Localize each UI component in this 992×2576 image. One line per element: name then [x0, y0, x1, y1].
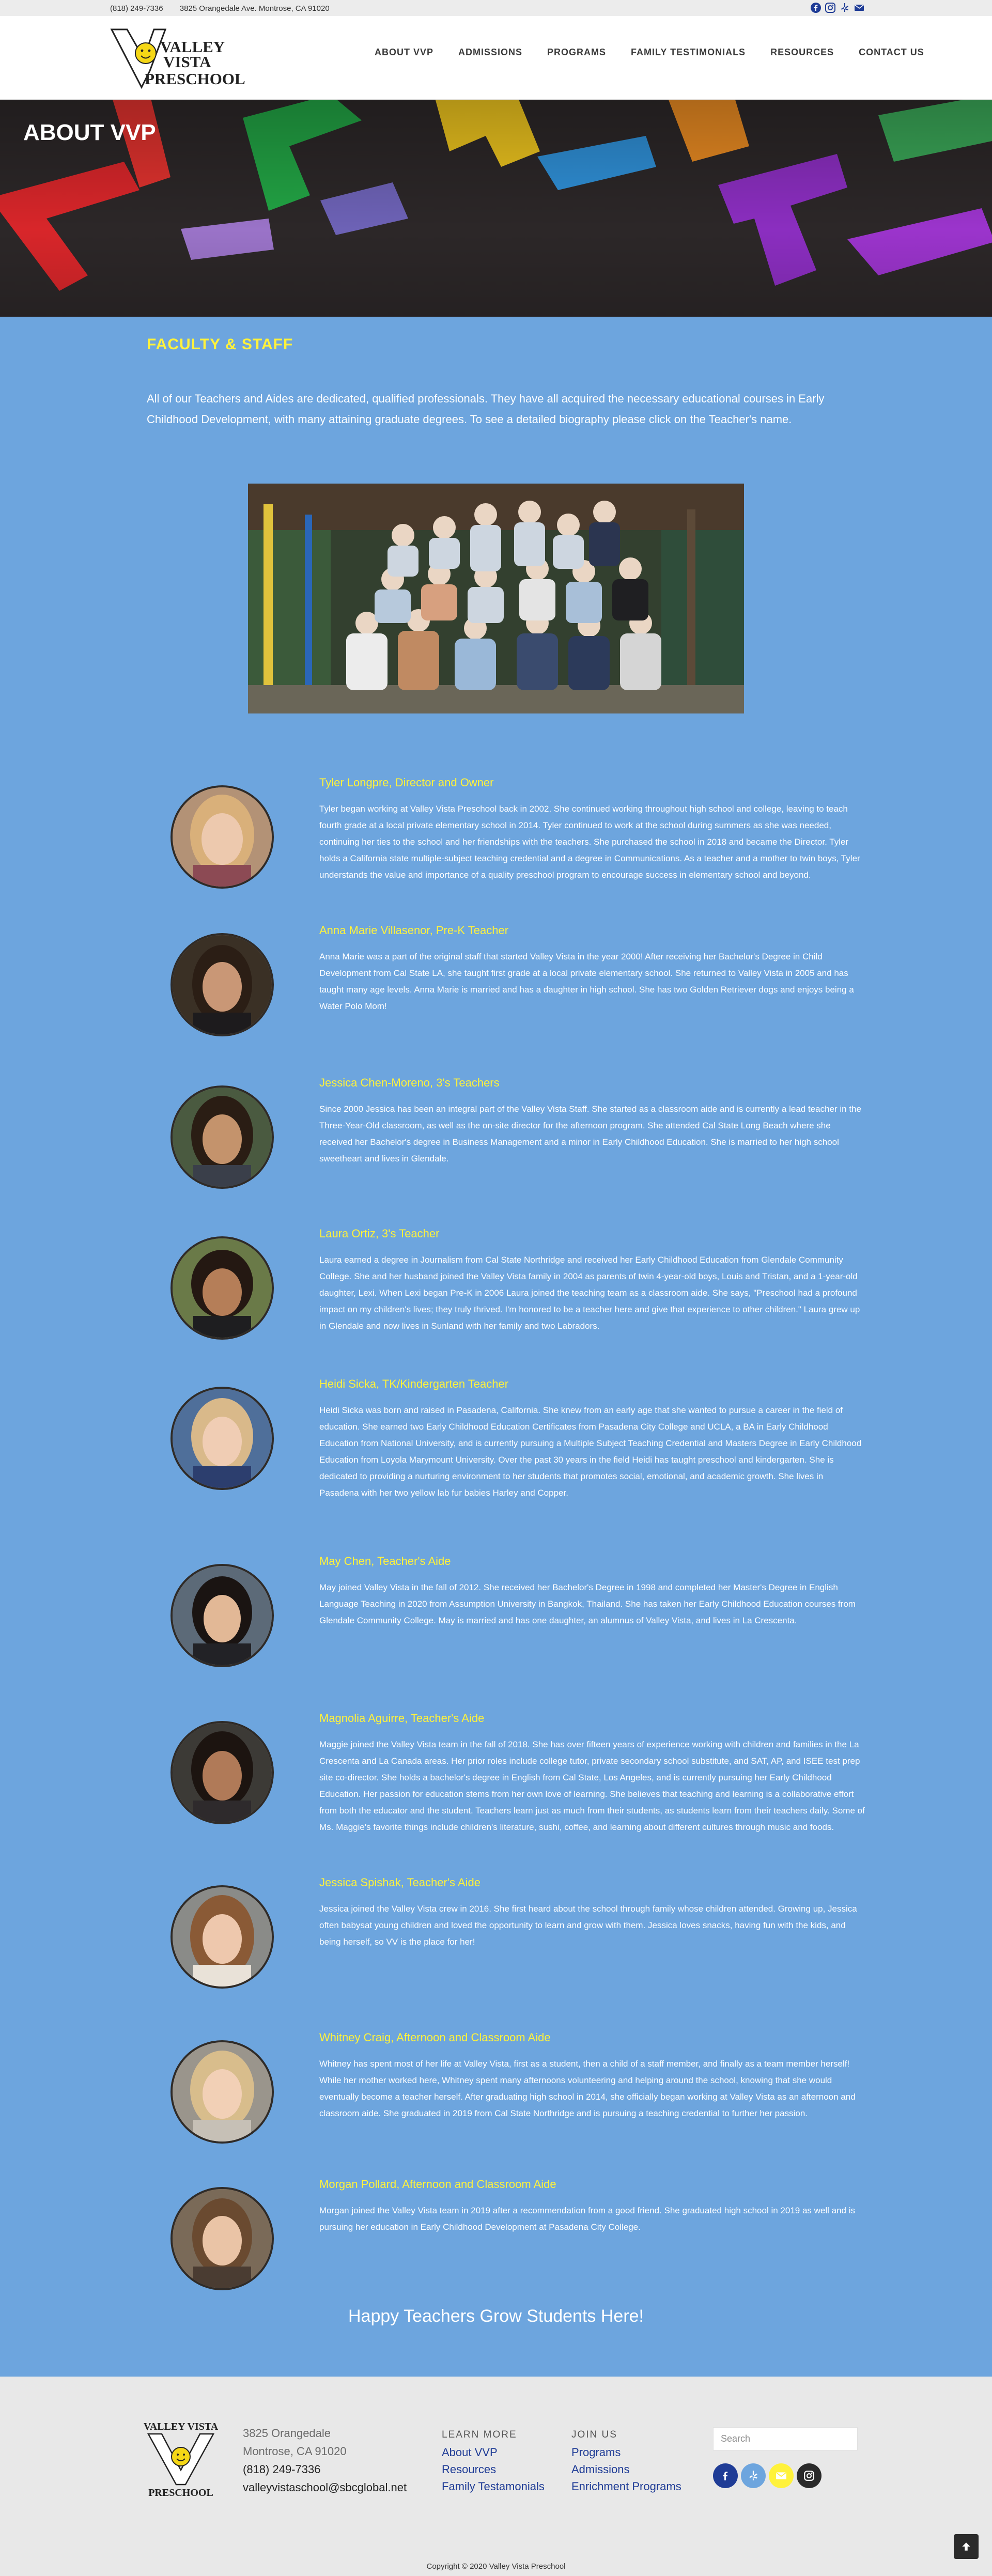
footer-link-resources[interactable]: Resources [442, 2461, 545, 2478]
staff-name[interactable]: Morgan Pollard, Afternoon and Classroom … [319, 2178, 556, 2191]
yelp-icon[interactable] [741, 2463, 766, 2488]
staff-bio: Anna Marie was a part of the original st… [319, 952, 854, 1011]
footer-logo[interactable]: VALLEY VISTA PRESCHOOL [142, 2420, 220, 2499]
top-social-links [811, 3, 864, 13]
top-bar: (818) 249-7336 3825 Orangedale Ave. Mont… [0, 0, 992, 16]
back-to-top-button[interactable] [954, 2534, 979, 2559]
staff-bio: Morgan joined the Valley Vista team in 2… [319, 2206, 856, 2232]
top-address: 3825 Orangedale Ave. Montrose, CA 91020 [179, 4, 330, 13]
staff-bio: Whitney has spent most of her life at Va… [319, 2059, 856, 2118]
footer-address-line2: Montrose, CA 91020 [243, 2445, 347, 2458]
svg-text:PRESCHOOL: PRESCHOOL [148, 2487, 213, 2498]
footer-learn-more: LEARN MORE About VVP Resources Family Te… [442, 2429, 545, 2495]
footer-join-us: JOIN US Programs Admissions Enrichment P… [571, 2429, 681, 2495]
footer-phone[interactable]: (818) 249-7336 [243, 2460, 407, 2478]
page-title: ABOUT VVP [23, 120, 156, 145]
site-logo[interactable]: VALLEY VISTA PRESCHOOL [110, 26, 249, 91]
staff-bio: Heidi Sicka was born and raised in Pasad… [319, 1405, 862, 1498]
instagram-icon[interactable] [825, 3, 835, 13]
staff-photo [171, 1564, 274, 1667]
footer-link-testimonials[interactable]: Family Testamonials [442, 2478, 545, 2495]
footer-search-input[interactable] [713, 2427, 858, 2450]
email-icon[interactable] [854, 3, 864, 13]
staff-bio: Tyler began working at Valley Vista Pres… [319, 804, 860, 880]
staff-name[interactable]: Anna Marie Villasenor, Pre-K Teacher [319, 924, 508, 937]
staff-photo [171, 1885, 274, 1989]
staff-name[interactable]: Jessica Spishak, Teacher's Aide [319, 1876, 481, 1889]
footer-link-enrichment[interactable]: Enrichment Programs [571, 2478, 681, 2495]
svg-text:VALLEY VISTA: VALLEY VISTA [144, 2421, 219, 2432]
nav-programs[interactable]: PROGRAMS [547, 47, 606, 58]
nav-admissions[interactable]: ADMISSIONS [458, 47, 522, 58]
site-header: VALLEY VISTA PRESCHOOL ABOUT VVP ADMISSI… [0, 16, 992, 100]
staff-photo [171, 2187, 274, 2290]
staff-name[interactable]: May Chen, Teacher's Aide [319, 1555, 451, 1568]
footer-learn-more-heading: LEARN MORE [442, 2429, 517, 2440]
site-footer: VALLEY VISTA PRESCHOOL 3825 Orangedale M… [0, 2377, 992, 2576]
staff-bio: May joined Valley Vista in the fall of 2… [319, 1582, 856, 1625]
copyright: Copyright © 2020 Valley Vista Preschool [426, 2562, 566, 2571]
footer-address-line1: 3825 Orangedale [243, 2427, 331, 2440]
staff-photo [171, 1387, 274, 1490]
staff-name[interactable]: Tyler Longpre, Director and Owner [319, 776, 494, 789]
footer-link-about[interactable]: About VVP [442, 2444, 545, 2461]
nav-family-testimonials[interactable]: FAMILY TESTIMONIALS [631, 47, 746, 58]
staff-photo [171, 785, 274, 889]
main-nav: ABOUT VVP ADMISSIONS PROGRAMS FAMILY TES… [375, 47, 924, 58]
footer-address: 3825 Orangedale Montrose, CA 91020 (818)… [243, 2424, 407, 2496]
email-icon[interactable] [769, 2463, 794, 2488]
hero-banner: ABOUT VVP [0, 100, 992, 317]
staff-photo [171, 1236, 274, 1340]
svg-text:VISTA: VISTA [163, 53, 211, 71]
arrow-up-icon [962, 2542, 970, 2551]
nav-about-vvp[interactable]: ABOUT VVP [375, 47, 433, 58]
staff-photo [171, 1085, 274, 1189]
faculty-section: FACULTY & STAFF All of our Teachers and … [0, 317, 992, 2377]
staff-bio: Jessica joined the Valley Vista crew in … [319, 1904, 857, 1947]
staff-name[interactable]: Laura Ortiz, 3's Teacher [319, 1227, 439, 1240]
facebook-icon[interactable] [713, 2463, 738, 2488]
footer-social-links [713, 2463, 822, 2488]
staff-bio: Laura earned a degree in Journalism from… [319, 1255, 860, 1331]
nav-resources[interactable]: RESOURCES [770, 47, 834, 58]
staff-name[interactable]: Heidi Sicka, TK/Kindergarten Teacher [319, 1377, 508, 1391]
top-phone[interactable]: (818) 249-7336 [110, 4, 163, 13]
staff-group-photo [248, 484, 744, 713]
staff-name[interactable]: Magnolia Aguirre, Teacher's Aide [319, 1712, 484, 1725]
staff-bio: Since 2000 Jessica has been an integral … [319, 1104, 861, 1163]
section-title: FACULTY & STAFF [147, 336, 293, 353]
top-contact: (818) 249-7336 3825 Orangedale Ave. Mont… [110, 4, 344, 13]
staff-photo [171, 933, 274, 1036]
nav-contact-us[interactable]: CONTACT US [859, 47, 924, 58]
staff-bio: Maggie joined the Valley Vista team in t… [319, 1740, 865, 1832]
facebook-icon[interactable] [811, 3, 821, 13]
staff-name[interactable]: Jessica Chen-Moreno, 3's Teachers [319, 1076, 500, 1090]
staff-photo [171, 2040, 274, 2144]
intro-paragraph: All of our Teachers and Aides are dedica… [147, 392, 825, 426]
staff-name[interactable]: Whitney Craig, Afternoon and Classroom A… [319, 2031, 551, 2044]
footer-email[interactable]: valleyvistaschool@sbcglobal.net [243, 2478, 407, 2496]
footer-link-admissions[interactable]: Admissions [571, 2461, 681, 2478]
footer-link-programs[interactable]: Programs [571, 2444, 681, 2461]
svg-text:PRESCHOOL: PRESCHOOL [145, 70, 245, 88]
staff-photo [171, 1721, 274, 1824]
footer-join-us-heading: JOIN US [571, 2429, 617, 2440]
yelp-icon[interactable] [840, 3, 850, 13]
tagline: Happy Teachers Grow Students Here! [348, 2306, 644, 2326]
instagram-icon[interactable] [797, 2463, 822, 2488]
